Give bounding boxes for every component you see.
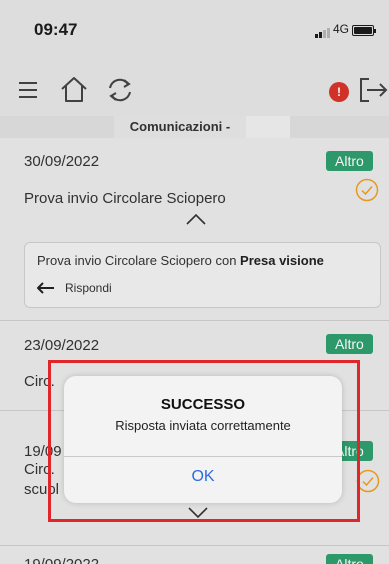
highlight-box [48, 360, 360, 522]
